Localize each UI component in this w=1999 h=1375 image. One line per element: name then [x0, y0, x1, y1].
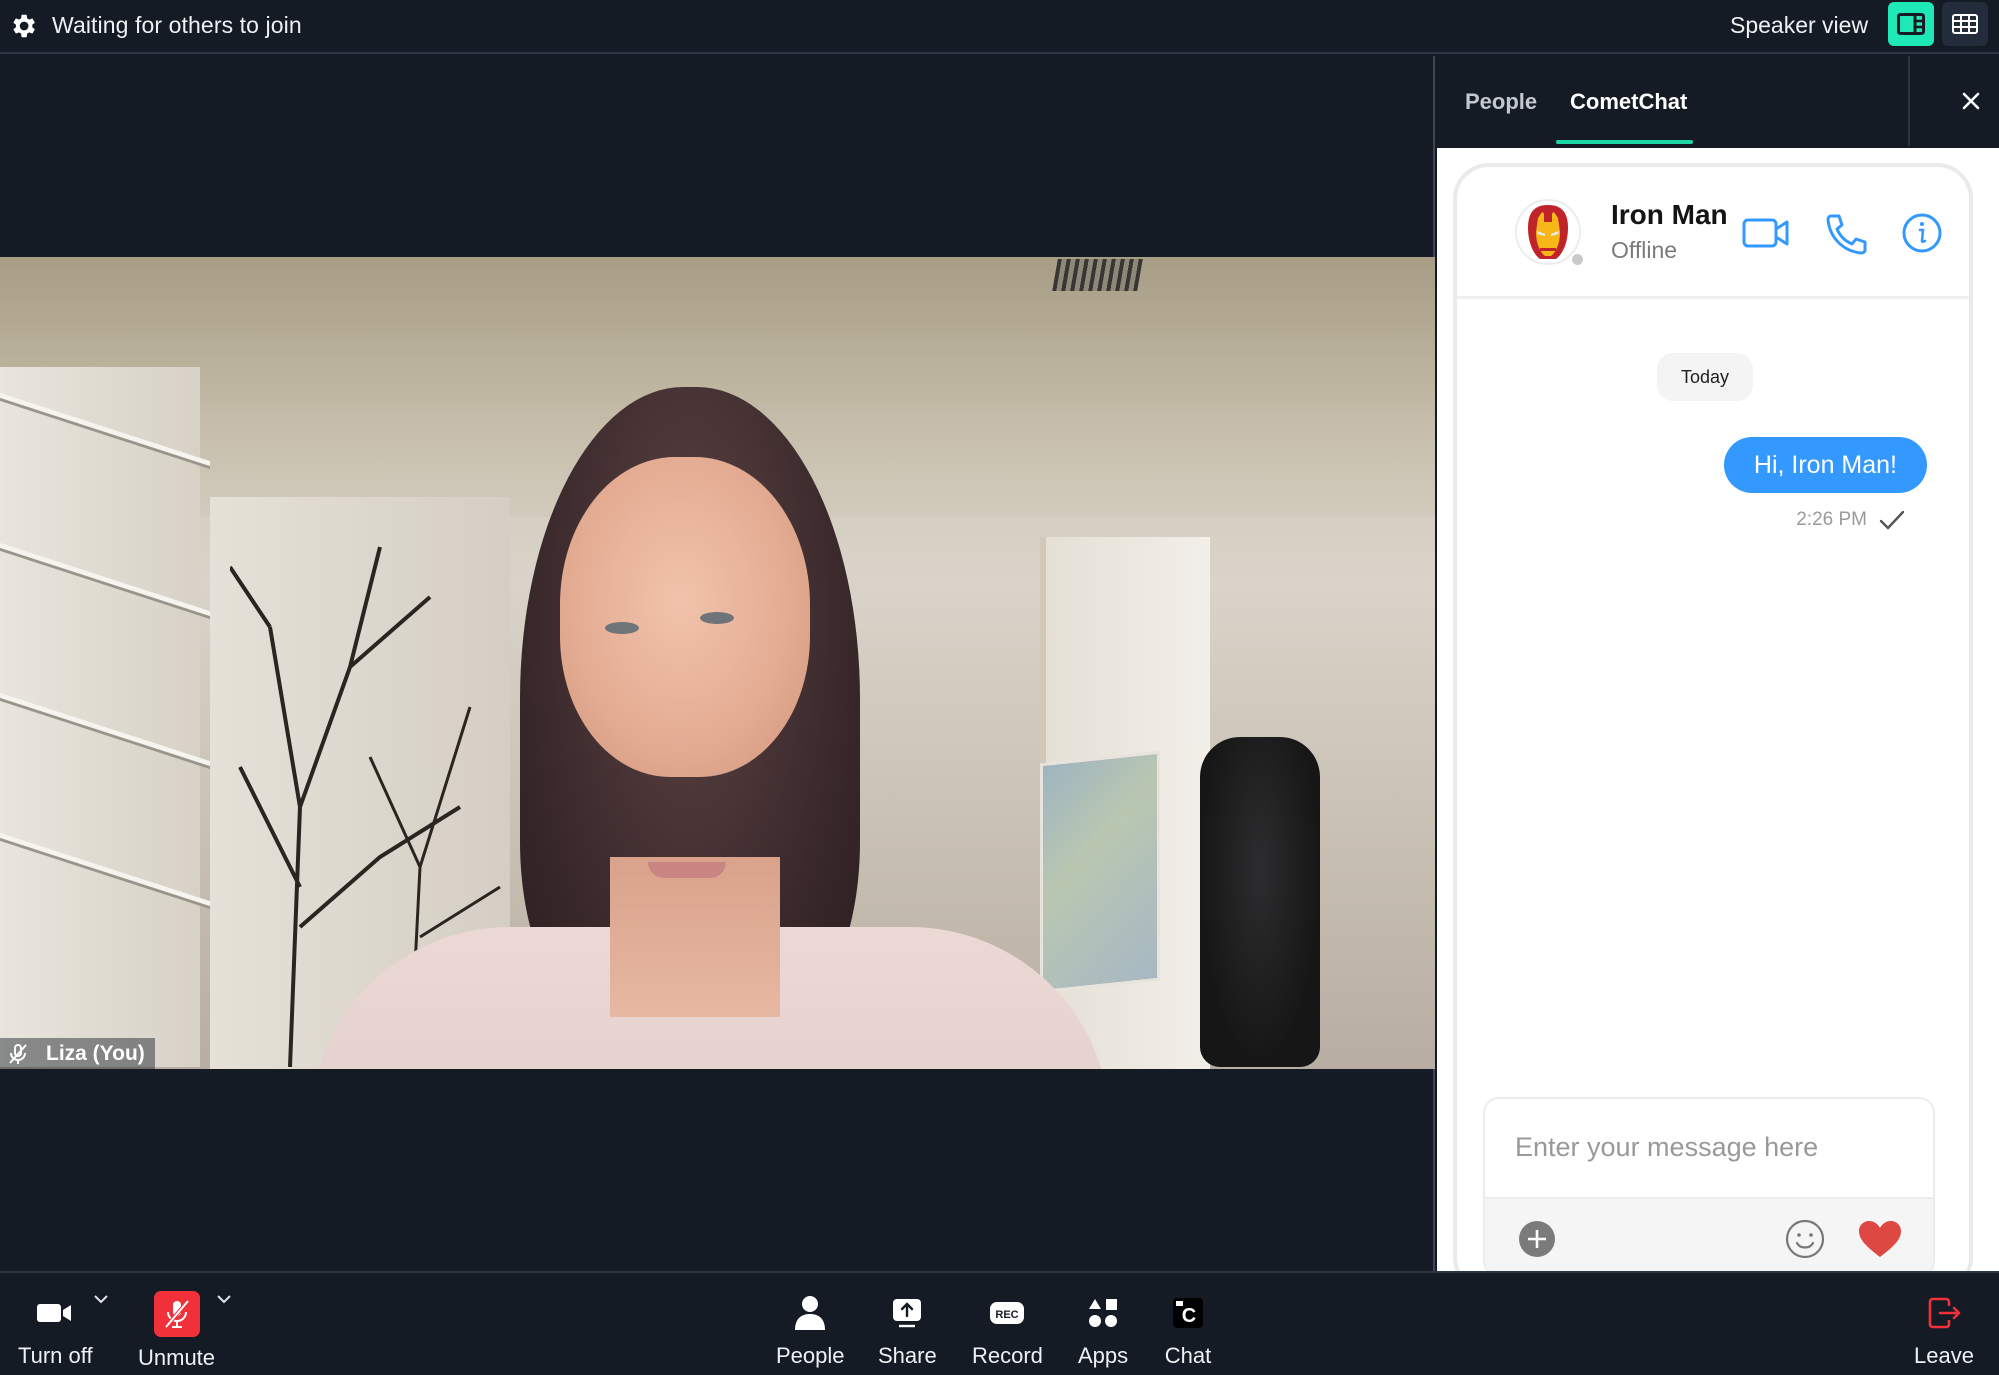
chat-badge-text: C [1182, 1305, 1196, 1327]
mic-muted-icon [9, 1043, 27, 1064]
outgoing-message-bubble[interactable]: Hi, Iron Man! [1723, 437, 1927, 493]
chat-button[interactable]: C Chat [1164, 1291, 1212, 1369]
apps-icon [1089, 1299, 1118, 1327]
voice-call-icon[interactable] [1821, 211, 1871, 255]
chat-label: Chat [1164, 1343, 1212, 1368]
grid-layout-icon [1952, 14, 1978, 34]
emoji-icon[interactable] [1785, 1219, 1825, 1259]
record-icon: REC [990, 1302, 1025, 1324]
contact-status: Offline [1611, 237, 1678, 263]
video-call-icon[interactable] [1741, 211, 1791, 255]
chat-header: Iron Man Offline [1457, 167, 1969, 299]
presence-status-dot [1570, 252, 1585, 267]
camera-toggle-button[interactable]: Turn off [18, 1291, 93, 1369]
top-bar: Waiting for others to join Speaker view [0, 0, 1999, 54]
leave-icon [1928, 1297, 1961, 1329]
camera-options-chevron-down-icon[interactable] [92, 1293, 110, 1305]
record-badge-text: REC [996, 1309, 1019, 1321]
mic-muted-icon [163, 1299, 190, 1329]
message-time: 2:26 PM [1796, 509, 1867, 530]
tab-cometchat[interactable]: CometChat [1570, 89, 1687, 115]
apps-label: Apps [1078, 1343, 1129, 1368]
meeting-status-title: Waiting for others to join [52, 12, 302, 38]
date-separator: Today [1657, 353, 1753, 401]
share-label: Share [878, 1343, 937, 1368]
camera-toggle-label: Turn off [18, 1343, 93, 1368]
participant-name-tag: Liza (You) [0, 1038, 155, 1069]
iron-man-avatar-icon [1528, 205, 1568, 259]
participant-video-tile[interactable]: Liza (You) [0, 257, 1435, 1069]
record-label: Record [972, 1343, 1043, 1368]
heart-reaction-icon[interactable] [1857, 1219, 1903, 1259]
mic-options-chevron-down-icon[interactable] [215, 1293, 233, 1305]
leave-button[interactable]: Leave [1914, 1291, 1974, 1369]
message-composer [1483, 1097, 1935, 1277]
person-icon [795, 1296, 826, 1330]
panel-tabs: People CometChat [1437, 56, 1910, 146]
message-sent-check-icon [1879, 510, 1905, 530]
share-screen-icon [893, 1299, 922, 1328]
message-text: Hi, Iron Man! [1753, 450, 1897, 479]
message-meta: 2:26 PM [1796, 509, 1905, 531]
apps-button[interactable]: Apps [1078, 1291, 1128, 1369]
chat-panel-body: Iron Man Offline Today Hi, Iron Man! 2:2… [1437, 148, 1999, 1293]
people-label: People [776, 1343, 845, 1368]
speaker-layout-icon [1897, 13, 1925, 35]
leave-label: Leave [1914, 1343, 1974, 1368]
gear-icon[interactable] [8, 11, 38, 41]
add-attachment-icon[interactable] [1517, 1219, 1557, 1259]
active-tab-indicator [1556, 140, 1693, 144]
grid-view-button[interactable] [1942, 2, 1988, 46]
info-icon[interactable] [1897, 211, 1947, 255]
meeting-controls-bar: Turn off Unmute People Share REC Record … [0, 1271, 1999, 1375]
video-stage: Liza (You) [0, 56, 1435, 1271]
contact-name: Iron Man [1611, 199, 1728, 230]
camera-icon [37, 1304, 72, 1322]
message-input[interactable] [1485, 1099, 1933, 1195]
share-button[interactable]: Share [878, 1291, 937, 1369]
chat-window: Iron Man Offline Today Hi, Iron Man! 2:2… [1453, 163, 1973, 1293]
tab-people[interactable]: People [1465, 89, 1537, 115]
close-icon[interactable] [1954, 84, 1988, 118]
unmute-label: Unmute [138, 1345, 216, 1370]
side-panel: People CometChat Iron Man Offline Today … [1437, 56, 1999, 1293]
cometchat-icon: C [1173, 1298, 1203, 1328]
composer-toolbar [1485, 1197, 1933, 1275]
view-mode-label: Speaker view [1730, 12, 1869, 38]
record-button[interactable]: REC Record [972, 1291, 1043, 1369]
speaker-view-button[interactable] [1888, 2, 1934, 46]
people-button[interactable]: People [776, 1291, 845, 1369]
participant-name: Liza (You) [46, 1041, 145, 1065]
unmute-button[interactable]: Unmute [138, 1291, 215, 1371]
participant-figure [0, 257, 1435, 1069]
